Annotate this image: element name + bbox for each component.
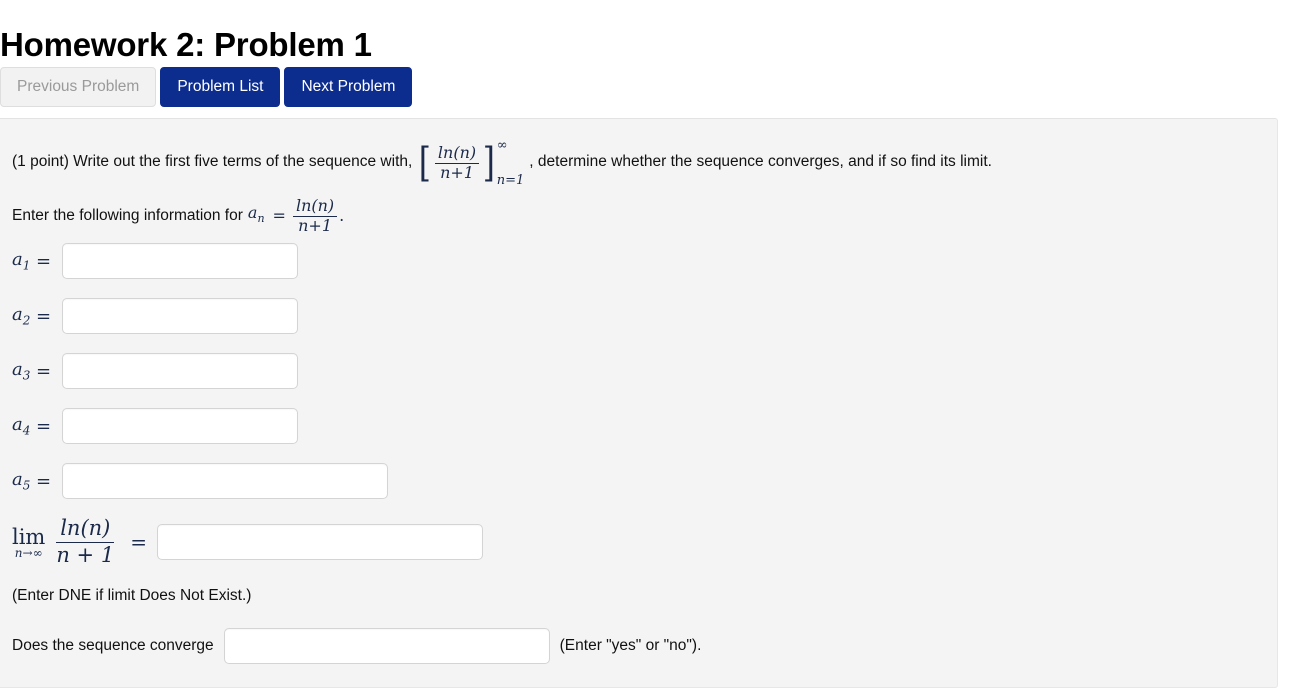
problem-statement-suffix: , determine whether the sequence converg… [529,153,992,170]
sequence-fraction: ln(n) n+1 [434,144,480,182]
page-title: Homework 2: Problem 1 [0,26,372,64]
term-row-a5: a5 = [12,463,389,499]
bracket-close: ] [482,139,496,186]
term-row-a2: a2 = [12,298,299,334]
sequence-subscript: n=1 [496,173,525,188]
converge-row: Does the sequence converge (Enter "yes" … [12,628,701,664]
answer-input-limit[interactable] [156,524,483,561]
problem-list-button[interactable]: Problem List [160,67,281,107]
answer-input-converge[interactable] [223,628,550,664]
an-numerator: ln(n) [292,197,338,217]
an-fraction: ln(n) n+1 [292,197,338,235]
term-row-a4: a4 = [12,408,299,444]
term-label-a5: a5 [12,469,31,493]
answer-input-a4[interactable] [62,408,299,444]
an-symbol: an [247,203,265,226]
answer-input-a5[interactable] [62,463,389,499]
problem-statement: (1 point) Write out the first five terms… [12,138,992,188]
limit-row: lim n→∞ ln(n) n + 1 = [12,516,483,567]
term-equals-a2: = [36,305,52,327]
an-subscript: n [257,212,265,226]
term-equals-a1: = [36,250,52,272]
term-label-a2: a2 [12,304,31,328]
sequence-expression: [ ln(n) n+1 ] ∞ n=1 [417,138,525,188]
term-label-a4: a4 [12,414,31,438]
bracket-open: [ [419,139,432,186]
sequence-superscript: ∞ [496,138,508,153]
equals-sign: = [272,206,286,226]
term-label-a1: a1 [12,249,31,273]
answer-input-a1[interactable] [62,243,299,279]
converge-hint: (Enter "yes" or "no"). [559,637,702,654]
answer-input-a2[interactable] [62,298,299,334]
answer-input-a3[interactable] [62,353,299,389]
sequence-denominator: n+1 [440,162,474,182]
limit-fraction: ln(n) n + 1 [52,516,118,567]
previous-problem-button[interactable]: Previous Problem [0,67,157,107]
term-equals-a3: = [36,360,52,382]
limit-equals: = [130,530,147,555]
term-equals-a5: = [36,470,52,492]
enter-info-prefix: Enter the following information for [12,207,243,225]
converge-question: Does the sequence converge [12,637,214,654]
problem-navigation: Previous Problem Problem List Next Probl… [0,67,413,107]
problem-page: Homework 2: Problem 1 Previous Problem P… [0,0,1292,695]
problem-content-panel: (1 point) Write out the first five terms… [0,118,1278,688]
an-denominator: n+1 [298,215,332,235]
period: . [339,206,345,226]
term-equals-a4: = [36,415,52,437]
term-row-a3: a3 = [12,353,299,389]
term-row-a1: a1 = [12,243,299,279]
next-problem-button[interactable]: Next Problem [284,67,413,107]
problem-points-prefix: (1 point) Write out the first five terms… [12,153,413,170]
sequence-numerator: ln(n) [434,144,480,164]
limit-operator: lim n→∞ [12,526,45,559]
limit-denominator: n + 1 [56,542,115,567]
limit-operator-subscript: n→∞ [14,545,43,560]
limit-numerator: ln(n) [56,516,115,543]
dne-note: (Enter DNE if limit Does Not Exist.) [12,587,252,604]
limit-operator-main: lim [12,524,46,549]
term-label-a3: a3 [12,359,31,383]
enter-info-line: Enter the following information for an =… [12,197,345,235]
sequence-limits: ∞ n=1 [496,138,525,188]
